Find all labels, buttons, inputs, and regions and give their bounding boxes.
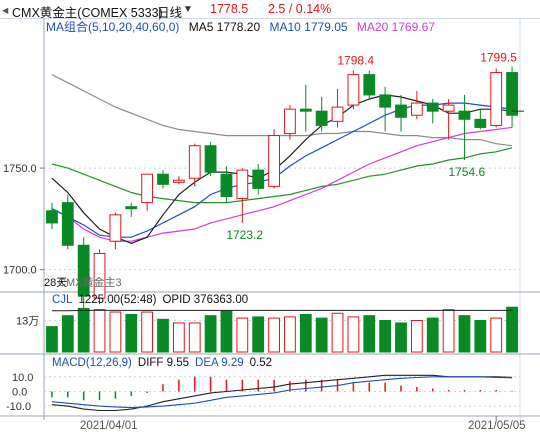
volume-bar [77, 307, 90, 353]
price-tick-label: 1700.0 [3, 265, 37, 277]
candle-body [331, 106, 344, 122]
macd-value: 0.52 [250, 357, 272, 369]
volume-bar [490, 317, 503, 353]
macd-diff-line [51, 374, 513, 412]
volume-bar [410, 320, 423, 353]
volume-bar [331, 312, 344, 353]
candle-body [46, 210, 58, 224]
macd-dea-value: DEA 9.29 [195, 357, 244, 369]
volume-bar [172, 322, 185, 353]
macd-dea-line [51, 376, 513, 409]
macd-diff-value: DIFF 9.55 [138, 357, 189, 369]
candle-body [125, 206, 138, 210]
candle-body [157, 173, 169, 185]
volume-bar [93, 309, 106, 353]
date-label-start: 2021/04/01 [80, 420, 138, 432]
candle-body [268, 135, 280, 187]
candle-body [506, 72, 518, 116]
macd-legend-label: MACD(12,26,9) [52, 357, 132, 369]
high-annotation-1798: 1798.4 [337, 54, 374, 68]
candle-body [363, 74, 376, 96]
candle-body [410, 102, 423, 116]
candle-body [220, 173, 233, 198]
volume-bar [109, 311, 122, 353]
volume-bar [204, 315, 217, 353]
volume-bar [379, 320, 392, 353]
date-label-end: 2021/05/05 [468, 420, 526, 432]
high-annotation-1799: 1799.5 [480, 50, 517, 64]
macd-legend: MACD(12,26,9) DIFF 9.55 DEA 9.29 0.52 [52, 357, 272, 369]
volume-bar [299, 313, 312, 353]
candle-body [141, 173, 154, 204]
volume-bar [458, 315, 471, 353]
volume-bar [125, 313, 138, 353]
candle-body [93, 252, 106, 299]
volume-bar [426, 317, 439, 353]
volume-bar [141, 311, 154, 353]
volume-bar [236, 317, 249, 353]
candle-body [347, 74, 360, 106]
candle-body [172, 179, 185, 183]
volume-tick-label: 13万 [16, 316, 39, 328]
volume-bar [284, 316, 296, 353]
volume-bar [268, 317, 280, 353]
chart-window: ◂ CMX黄金主(COMEX 5333) 日线 ▼ 1778.5 2.5 / 0… [0, 0, 540, 434]
volume-bar [157, 318, 169, 353]
volume-legend-label: CJL [52, 294, 73, 306]
candle-body [188, 145, 201, 179]
candle-body [61, 202, 74, 246]
volume-bar [252, 316, 265, 353]
volume-bar [188, 322, 201, 353]
volume-bar [220, 310, 233, 353]
ma40-line [51, 147, 513, 204]
candle-body [442, 104, 455, 112]
candle-body [458, 110, 471, 120]
candle-body [379, 94, 392, 108]
volume-legend-values: 1225.00(52:48) [78, 294, 156, 306]
volume-bar [363, 315, 376, 353]
candle-body [284, 108, 296, 135]
low-annotation-1723: 1723.2 [226, 228, 263, 242]
candle-body [299, 108, 312, 112]
candle-body [236, 169, 249, 200]
volume-bar [474, 320, 487, 353]
candle-body [474, 118, 487, 128]
volume-bar [46, 326, 58, 353]
low-annotation-1754: 1754.6 [448, 165, 485, 179]
macd-tick-label: 0.0 [12, 386, 27, 398]
candle-body [426, 102, 439, 112]
volume-legend: CJL 1225.00(52:48) OPID 376363.00 [52, 294, 248, 306]
macd-tick-label: -10.0 [6, 401, 31, 413]
volume-bar [506, 306, 518, 353]
candle-body [252, 169, 265, 189]
candle-body [315, 110, 328, 126]
volume-bar [347, 316, 360, 353]
candle-body [490, 72, 503, 126]
volume-bar [315, 317, 328, 353]
macd-tick-label: 10.0 [12, 372, 33, 384]
overlay-instrument-label: CMX黄金主3 [58, 275, 122, 289]
candle-body [395, 104, 407, 118]
price-tick-label: 1750.0 [3, 163, 37, 175]
volume-bar [61, 315, 74, 353]
volume-bar [395, 322, 407, 353]
chart-canvas[interactable]: 1750.01700.01798.4 1799.51754.61723.228天C… [0, 0, 540, 434]
volume-legend-opid: OPID 376363.00 [162, 294, 248, 306]
volume-bar [442, 309, 455, 353]
candle-body [204, 145, 217, 173]
candle-body [109, 214, 122, 242]
